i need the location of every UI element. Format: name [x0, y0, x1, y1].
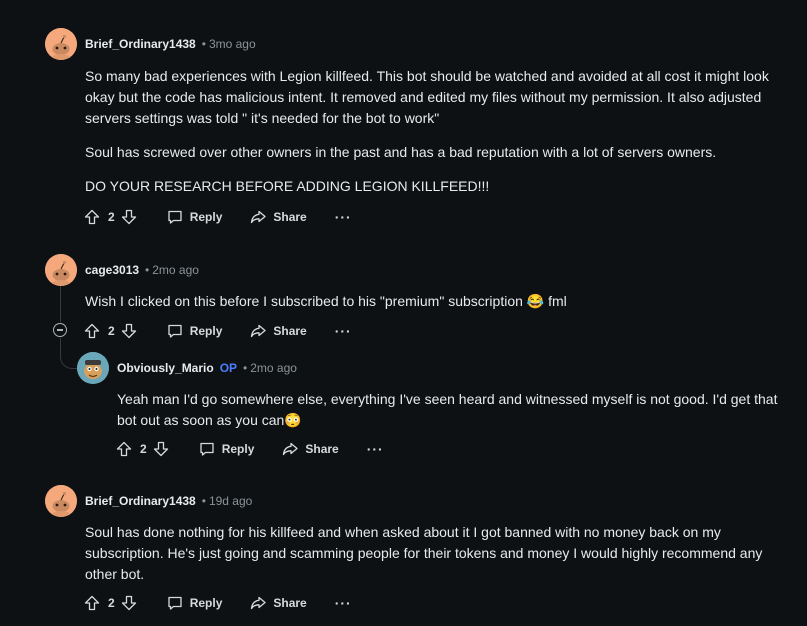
share-icon	[250, 323, 266, 339]
timestamp[interactable]: 19d ago	[209, 494, 252, 508]
downvote-icon[interactable]	[121, 209, 137, 225]
downvote-icon[interactable]	[121, 595, 137, 611]
avatar[interactable]	[45, 485, 77, 517]
reply-button[interactable]: Reply	[167, 323, 223, 339]
comment-actions: 2 Reply Share ···	[84, 205, 352, 229]
username[interactable]: Brief_Ordinary1438	[85, 494, 196, 508]
op-badge: OP	[219, 361, 238, 375]
comment-paragraph: DO YOUR RESEARCH BEFORE ADDING LEGION KI…	[85, 178, 490, 194]
vote-count: 2	[140, 442, 147, 456]
upvote-icon[interactable]	[84, 323, 100, 339]
comment-text: Soul has done nothing for his killfeed a…	[85, 524, 763, 582]
comment-body: Yeah man I'd go somewhere else, everythi…	[117, 389, 782, 431]
avatar[interactable]	[77, 352, 109, 384]
thread-line[interactable]	[60, 286, 61, 322]
flushed-emoji: 😳	[284, 412, 302, 428]
share-label: Share	[305, 442, 339, 456]
more-options-button[interactable]: ···	[335, 596, 352, 610]
reply-button[interactable]: Reply	[167, 595, 223, 611]
share-icon	[282, 441, 298, 457]
timestamp[interactable]: 2mo ago	[250, 361, 297, 375]
comment-text: Yeah man I'd go somewhere else, everythi…	[117, 391, 778, 428]
comment-paragraph: So many bad experiences with Legion kill…	[85, 68, 769, 126]
collapse-icon[interactable]	[53, 323, 67, 337]
comment-text: fml	[548, 293, 567, 309]
share-label: Share	[273, 210, 307, 224]
username[interactable]: Obviously_Mario	[117, 361, 214, 375]
reply-button[interactable]: Reply	[167, 209, 223, 225]
avatar[interactable]	[45, 28, 77, 60]
laughing-emoji: 😂	[526, 293, 545, 309]
comment-header: Brief_Ordinary1438 • 19d ago	[85, 491, 252, 511]
timestamp[interactable]: 3mo ago	[209, 37, 256, 51]
comment-actions: 2 Reply Share ···	[116, 437, 384, 461]
more-options-button[interactable]: ···	[335, 210, 352, 224]
reply-label: Reply	[189, 596, 223, 610]
snoo-avatar-icon	[45, 28, 77, 60]
op-avatar-icon	[77, 352, 109, 384]
comment-actions: 2 Reply Share ···	[84, 319, 352, 343]
share-button[interactable]: Share	[250, 323, 307, 339]
username[interactable]: cage3013	[85, 263, 139, 277]
reply-label: Reply	[221, 442, 255, 456]
comment-body: So many bad experiences with Legion kill…	[85, 66, 785, 210]
share-button[interactable]: Share	[282, 441, 339, 457]
comment-header: Brief_Ordinary1438 • 3mo ago	[85, 34, 256, 54]
comment-header: Obviously_Mario OP • 2mo ago	[117, 358, 297, 378]
downvote-icon[interactable]	[153, 441, 169, 457]
timestamp[interactable]: 2mo ago	[152, 263, 199, 277]
separator: •	[145, 263, 150, 277]
vote-count: 2	[108, 596, 115, 610]
thread-elbow	[60, 338, 79, 369]
comment-paragraph: Soul has screwed over other owners in th…	[85, 144, 717, 160]
snoo-avatar-icon	[45, 254, 77, 286]
upvote-icon[interactable]	[116, 441, 132, 457]
share-icon	[250, 595, 266, 611]
comment-text: Wish I clicked on this before I subscrib…	[85, 293, 523, 309]
share-button[interactable]: Share	[250, 209, 307, 225]
comment-header: cage3013 • 2mo ago	[85, 260, 199, 280]
share-icon	[250, 209, 266, 225]
separator: •	[201, 37, 206, 51]
share-label: Share	[273, 596, 307, 610]
upvote-icon[interactable]	[84, 209, 100, 225]
reply-icon	[199, 441, 215, 457]
more-options-button[interactable]: ···	[335, 324, 352, 338]
reply-icon	[167, 595, 183, 611]
share-label: Share	[273, 324, 307, 338]
comment-body: Soul has done nothing for his killfeed a…	[85, 522, 775, 585]
reply-label: Reply	[189, 210, 223, 224]
reply-icon	[167, 323, 183, 339]
reply-icon	[167, 209, 183, 225]
avatar[interactable]	[45, 254, 77, 286]
share-button[interactable]: Share	[250, 595, 307, 611]
reply-label: Reply	[189, 324, 223, 338]
snoo-avatar-icon	[45, 485, 77, 517]
comment-body: Wish I clicked on this before I subscrib…	[85, 291, 785, 312]
username[interactable]: Brief_Ordinary1438	[85, 37, 196, 51]
separator: •	[201, 494, 206, 508]
vote-count: 2	[108, 324, 115, 338]
vote-count: 2	[108, 210, 115, 224]
separator: •	[243, 361, 248, 375]
more-options-button[interactable]: ···	[367, 442, 384, 456]
reply-button[interactable]: Reply	[199, 441, 255, 457]
comment-actions: 2 Reply Share ···	[84, 591, 352, 615]
upvote-icon[interactable]	[84, 595, 100, 611]
downvote-icon[interactable]	[121, 323, 137, 339]
